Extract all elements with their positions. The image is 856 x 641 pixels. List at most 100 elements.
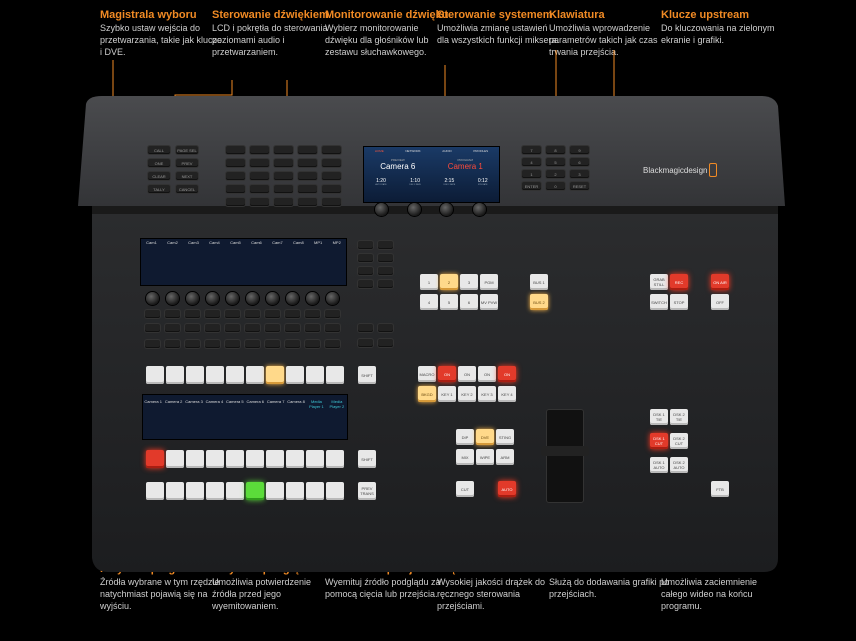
audio-monitor-key[interactable] (250, 198, 269, 206)
select-bus-key[interactable]: PAGE SEL (176, 146, 198, 154)
transition-style-key[interactable]: DIP (456, 429, 474, 445)
selection-bus-key[interactable] (146, 366, 164, 384)
keypad-key[interactable]: 2 (546, 170, 565, 178)
audio-monitor-key[interactable] (322, 159, 341, 167)
preview-bus-key[interactable] (326, 482, 344, 500)
preview-bus-key[interactable] (186, 482, 204, 500)
source-number-key[interactable]: 2 (440, 274, 458, 290)
transition-style-key[interactable]: DVE (476, 429, 494, 445)
selection-bus-key[interactable] (186, 366, 204, 384)
downstream-key-button[interactable]: DSK 2 AUTO (670, 457, 688, 473)
audio-afv-key[interactable] (165, 340, 180, 348)
downstream-key-button[interactable]: DSK 2 TIE (670, 409, 688, 425)
selection-bus-key[interactable] (266, 366, 284, 384)
lcd-tab-audio[interactable]: AUDIO (442, 149, 452, 153)
prev-trans-button[interactable]: PREV TRANS (358, 482, 376, 500)
audio-level-knob[interactable] (266, 292, 279, 305)
audio-function-key[interactable] (378, 339, 393, 347)
downstream-key-button[interactable]: DSK 1 AUTO (650, 457, 668, 473)
audio-monitor-key[interactable] (274, 159, 293, 167)
audio-solo-key[interactable] (325, 324, 340, 332)
keypad-key[interactable]: 9 (570, 146, 589, 154)
upstream-key-button[interactable]: KEY 3 (478, 386, 496, 402)
program-bus-key[interactable] (326, 450, 344, 468)
audio-on-key[interactable] (325, 310, 340, 318)
selection-bus-key[interactable] (226, 366, 244, 384)
preview-bus-key[interactable] (246, 482, 264, 500)
audio-on-key[interactable] (185, 310, 200, 318)
program-bus-key[interactable] (286, 450, 304, 468)
audio-solo-key[interactable] (165, 324, 180, 332)
program-bus-key[interactable] (226, 450, 244, 468)
still-record-key[interactable]: ON AIR (711, 274, 729, 290)
auto-button[interactable]: AUTO (498, 481, 516, 497)
program-bus-key[interactable] (166, 450, 184, 468)
downstream-key-button[interactable]: DSK 1 TIE (650, 409, 668, 425)
audio-function-key[interactable] (378, 254, 393, 262)
audio-monitor-key[interactable] (322, 172, 341, 180)
audio-monitor-key[interactable] (322, 185, 341, 193)
lcd-tab-network[interactable]: NETWORK (405, 149, 420, 153)
source-number-key[interactable]: 1 (420, 274, 438, 290)
keypad-key[interactable]: RESET (570, 182, 589, 190)
audio-monitor-key[interactable] (226, 185, 245, 193)
audio-monitor-key[interactable] (250, 185, 269, 193)
audio-monitor-key[interactable] (226, 146, 245, 154)
preview-bus-key[interactable] (306, 482, 324, 500)
downstream-key-button[interactable]: DSK 1 CUT (650, 433, 668, 449)
shift-button[interactable]: SHIFT (358, 450, 376, 468)
audio-level-knob[interactable] (286, 292, 299, 305)
keypad-key[interactable]: 7 (522, 146, 541, 154)
source-number-key[interactable]: PGM (480, 274, 498, 290)
upstream-key-button[interactable]: ON (498, 366, 516, 382)
selection-bus-key[interactable] (286, 366, 304, 384)
upstream-key-button[interactable]: ON (458, 366, 476, 382)
audio-level-knob[interactable] (306, 292, 319, 305)
selection-bus-key[interactable] (326, 366, 344, 384)
keypad-key[interactable]: ENTER (522, 182, 541, 190)
audio-on-key[interactable] (245, 310, 260, 318)
selection-bus-key[interactable] (166, 366, 184, 384)
audio-monitor-key[interactable] (226, 172, 245, 180)
audio-level-knob[interactable] (246, 292, 259, 305)
bus2-key[interactable]: BUS 2 (530, 294, 548, 310)
select-bus-key[interactable]: PREV (176, 159, 198, 167)
audio-on-key[interactable] (265, 310, 280, 318)
lcd-knob[interactable] (440, 203, 453, 216)
audio-function-key[interactable] (358, 254, 373, 262)
lcd-knob[interactable] (375, 203, 388, 216)
audio-monitor-key[interactable] (250, 159, 269, 167)
audio-function-key[interactable] (378, 280, 393, 288)
select-bus-key[interactable]: CALL (148, 146, 170, 154)
audio-monitor-key[interactable] (226, 198, 245, 206)
keypad-key[interactable]: 6 (570, 158, 589, 166)
source-number-key[interactable]: 6 (460, 294, 478, 310)
still-record-key[interactable]: STOP (670, 294, 688, 310)
audio-afv-key[interactable] (265, 340, 280, 348)
audio-on-key[interactable] (225, 310, 240, 318)
audio-solo-key[interactable] (225, 324, 240, 332)
transition-style-key[interactable]: WIPE (476, 449, 494, 465)
t-bar-lever[interactable] (541, 409, 589, 503)
still-record-key[interactable]: OFF (711, 294, 729, 310)
audio-monitor-key[interactable] (250, 172, 269, 180)
audio-on-key[interactable] (145, 310, 160, 318)
program-bus-key[interactable] (306, 450, 324, 468)
transition-style-key[interactable]: MIX (456, 449, 474, 465)
upstream-key-button[interactable]: MACRO (418, 366, 436, 382)
selection-bus-key[interactable] (246, 366, 264, 384)
audio-monitor-key[interactable] (226, 159, 245, 167)
keypad-key[interactable]: 5 (546, 158, 565, 166)
upstream-key-button[interactable]: KEY 1 (438, 386, 456, 402)
audio-function-key[interactable] (378, 324, 393, 332)
bus1-key[interactable]: BUS 1 (530, 274, 548, 290)
select-bus-key[interactable]: ONE (148, 159, 170, 167)
keypad-key[interactable]: 4 (522, 158, 541, 166)
audio-function-key[interactable] (358, 339, 373, 347)
audio-monitor-key[interactable] (298, 198, 317, 206)
audio-level-knob[interactable] (206, 292, 219, 305)
preview-bus-key[interactable] (206, 482, 224, 500)
audio-solo-key[interactable] (205, 324, 220, 332)
transition-style-key[interactable]: ARM (496, 449, 514, 465)
audio-monitor-key[interactable] (274, 146, 293, 154)
